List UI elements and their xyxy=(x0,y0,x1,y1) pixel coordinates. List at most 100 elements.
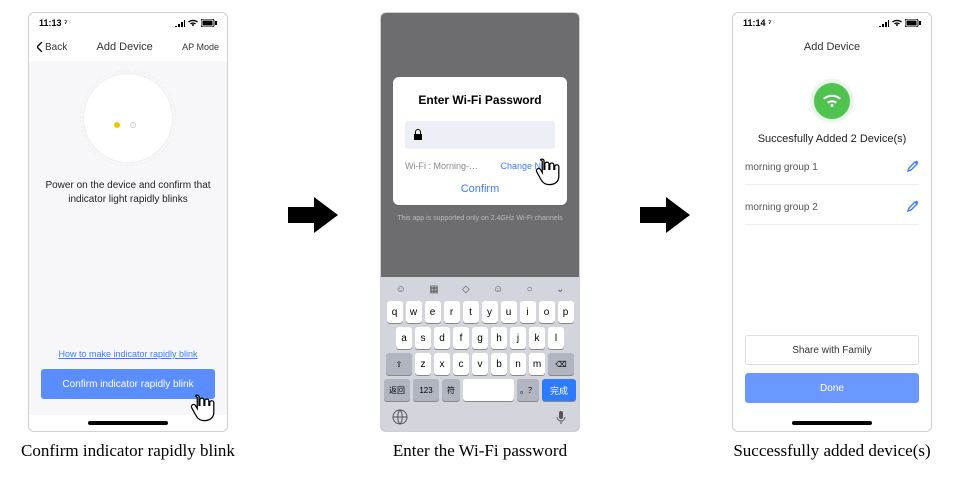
back-label: Back xyxy=(45,42,67,53)
key[interactable]: s xyxy=(415,327,431,349)
kb-tool-icon[interactable]: ▦ xyxy=(429,284,438,295)
mic-icon[interactable] xyxy=(554,410,568,424)
screen3-body: Succesfully Added 2 Device(s) morning gr… xyxy=(733,61,931,415)
arrow-icon xyxy=(640,195,690,235)
keyboard-row-2: a s d f g h j k l xyxy=(384,327,576,349)
lock-icon xyxy=(413,129,423,141)
kb-tool-icon[interactable]: ⌄ xyxy=(556,284,564,295)
success-wifi-badge xyxy=(810,79,854,123)
key-numeric[interactable]: 123 xyxy=(413,379,439,401)
nav-bar: Back Add Device AP Mode xyxy=(29,33,227,61)
led-outline xyxy=(130,122,136,128)
key[interactable]: d xyxy=(434,327,450,349)
signal-icon xyxy=(879,19,889,27)
keyboard-row-3: ⇧ z x c v b n m ⌫ xyxy=(384,353,576,375)
key-switch[interactable]: 返回 xyxy=(384,379,410,401)
key[interactable]: m xyxy=(529,353,545,375)
key[interactable]: w xyxy=(406,301,422,323)
key[interactable]: p xyxy=(558,301,574,323)
key[interactable]: e xyxy=(425,301,441,323)
kb-tool-icon[interactable]: ☺ xyxy=(493,284,503,295)
battery-icon xyxy=(201,19,217,27)
confirm-button[interactable]: Confirm xyxy=(461,183,500,195)
stage-success: 11:14 ⁷ Add Device Succesfully Added 2 D… xyxy=(722,12,942,461)
key[interactable]: x xyxy=(434,353,450,375)
kb-tool-icon[interactable]: ☺ xyxy=(396,284,406,295)
stage-enter-wifi: Enter Wi-Fi Password Wi-Fi : Morning-… C… xyxy=(370,12,590,461)
key[interactable]: u xyxy=(501,301,517,323)
key[interactable]: y xyxy=(482,301,498,323)
dialog-title: Enter Wi-Fi Password xyxy=(418,93,541,107)
wifi-note: This app is supported only on 2.4GHz Wi-… xyxy=(381,215,579,222)
done-key[interactable]: 完成 xyxy=(542,379,576,401)
password-input[interactable] xyxy=(405,121,555,149)
help-link[interactable]: How to make indicator rapidly blink xyxy=(58,349,197,359)
screen1-body: Power on the device and confirm that ind… xyxy=(29,61,227,415)
key[interactable]: k xyxy=(529,327,545,349)
status-icons xyxy=(879,19,921,27)
globe-icon[interactable] xyxy=(392,409,408,425)
indicator-graphic xyxy=(83,73,173,163)
caption-2: Enter the Wi-Fi password xyxy=(393,440,567,461)
kb-tool-icon[interactable]: ◇ xyxy=(462,284,470,295)
status-bar: 11:13 ⁷ xyxy=(29,13,227,33)
key[interactable]: j xyxy=(510,327,526,349)
mode-link[interactable]: AP Mode xyxy=(182,42,219,52)
key[interactable]: r xyxy=(444,301,460,323)
cursor-hand-icon xyxy=(185,390,219,424)
key[interactable]: c xyxy=(453,353,469,375)
keyboard-row-4: 返回 123 符 。？ 完成 xyxy=(384,379,576,401)
edit-icon[interactable] xyxy=(907,160,919,175)
shift-key[interactable]: ⇧ xyxy=(386,353,412,375)
keyboard-row-1: q w e r t y u i o p xyxy=(384,301,576,323)
status-icons xyxy=(175,19,217,27)
success-text: Succesfully Added 2 Device(s) xyxy=(758,133,907,145)
wifi-icon xyxy=(187,19,199,27)
key[interactable]: t xyxy=(463,301,479,323)
key[interactable]: o xyxy=(539,301,555,323)
key[interactable]: f xyxy=(453,327,469,349)
phone-screen-2: Enter Wi-Fi Password Wi-Fi : Morning-… C… xyxy=(380,12,580,432)
keyboard: ☺ ▦ ◇ ☺ ○ ⌄ q w e r t y u i o p a s xyxy=(381,277,579,431)
backspace-key[interactable]: ⌫ xyxy=(548,353,574,375)
status-time: 11:14 ⁷ xyxy=(743,18,772,28)
key[interactable]: a xyxy=(396,327,412,349)
signal-icon xyxy=(175,19,185,27)
wifi-icon xyxy=(891,19,903,27)
key[interactable]: q xyxy=(387,301,403,323)
key[interactable]: b xyxy=(491,353,507,375)
edit-icon[interactable] xyxy=(907,200,919,215)
cursor-hand-icon xyxy=(530,154,564,188)
done-button[interactable]: Done xyxy=(745,373,919,403)
home-indicator xyxy=(88,421,168,425)
key[interactable]: v xyxy=(472,353,488,375)
back-button[interactable]: Back xyxy=(37,42,67,53)
keyboard-toolbar: ☺ ▦ ◇ ☺ ○ ⌄ xyxy=(384,281,576,297)
device-row: morning group 2 xyxy=(745,191,919,225)
key[interactable]: l xyxy=(548,327,564,349)
led-yellow xyxy=(114,122,120,128)
kb-tool-icon[interactable]: ○ xyxy=(527,284,533,295)
share-button[interactable]: Share with Family xyxy=(745,335,919,365)
page-title: Add Device xyxy=(97,41,153,53)
phone-screen-3: 11:14 ⁷ Add Device Succesfully Added 2 D… xyxy=(732,12,932,432)
phone-screen-1: 11:13 ⁷ Back Add Device AP Mode Power on… xyxy=(28,12,228,432)
key[interactable]: h xyxy=(491,327,507,349)
device-row: morning group 1 xyxy=(745,151,919,185)
key-symbol[interactable]: 符 xyxy=(442,379,460,401)
wifi-icon xyxy=(821,93,843,109)
key[interactable]: g xyxy=(472,327,488,349)
nav-bar: Add Device xyxy=(733,33,931,61)
home-indicator xyxy=(792,421,872,425)
device-name: morning group 2 xyxy=(745,202,818,213)
device-name: morning group 1 xyxy=(745,162,818,173)
key[interactable]: i xyxy=(520,301,536,323)
status-time: 11:13 ⁷ xyxy=(39,18,68,28)
battery-icon xyxy=(905,19,921,27)
key[interactable]: n xyxy=(510,353,526,375)
wifi-name: Wi-Fi : Morning-… xyxy=(405,161,478,171)
spacebar-key[interactable] xyxy=(463,379,514,401)
key[interactable]: z xyxy=(415,353,431,375)
page-title: Add Device xyxy=(804,41,860,53)
key-punct[interactable]: 。？ xyxy=(517,379,539,401)
